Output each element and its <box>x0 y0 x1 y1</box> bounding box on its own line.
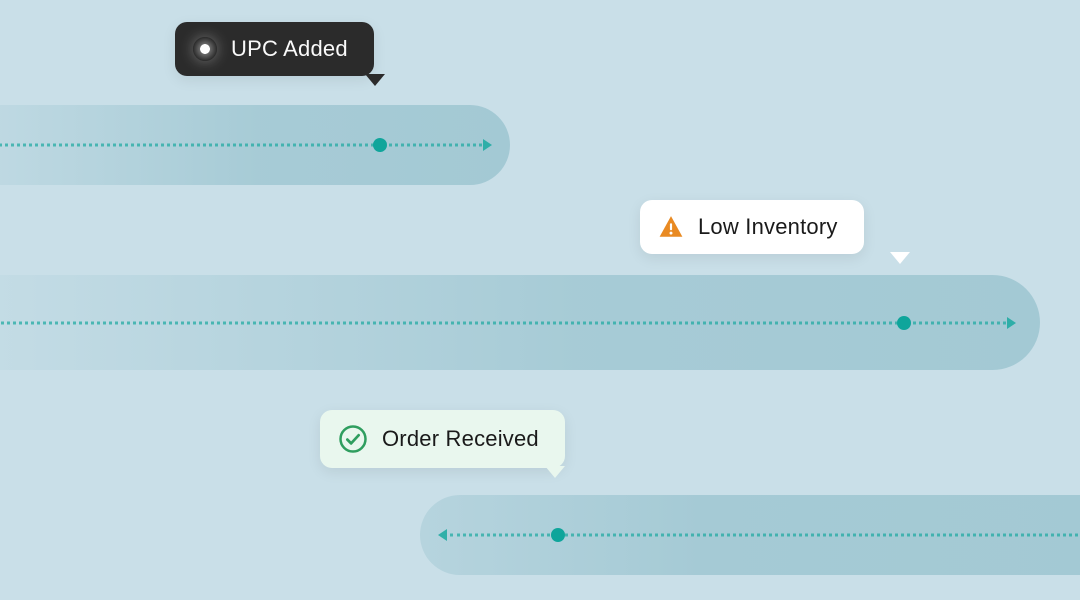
timeline-track-1 <box>0 105 510 185</box>
event-tag-upc-added: UPC Added <box>175 22 374 76</box>
event-tag-low-inventory: Low Inventory <box>640 200 864 254</box>
timeline-dotted-path <box>450 534 1080 537</box>
tooltip-pointer <box>545 466 565 478</box>
tooltip-pointer <box>890 252 910 264</box>
timeline-track-2 <box>0 275 1040 370</box>
event-tag-label: Order Received <box>382 426 539 452</box>
arrow-right-icon <box>483 139 492 151</box>
timeline-node <box>897 316 911 330</box>
timeline-dotted-path <box>0 144 482 147</box>
timeline-node <box>551 528 565 542</box>
event-tag-order-received: Order Received <box>320 410 565 468</box>
timeline-node <box>373 138 387 152</box>
event-tag-label: UPC Added <box>231 36 348 62</box>
timeline-dotted-path <box>0 321 1006 324</box>
arrow-right-icon <box>1007 317 1016 329</box>
arrow-left-icon <box>438 529 447 541</box>
warning-icon <box>658 214 684 240</box>
event-tag-label: Low Inventory <box>698 214 838 240</box>
record-icon <box>193 37 217 61</box>
check-circle-icon <box>338 424 368 454</box>
tooltip-pointer <box>365 74 385 86</box>
timeline-track-3 <box>420 495 1080 575</box>
